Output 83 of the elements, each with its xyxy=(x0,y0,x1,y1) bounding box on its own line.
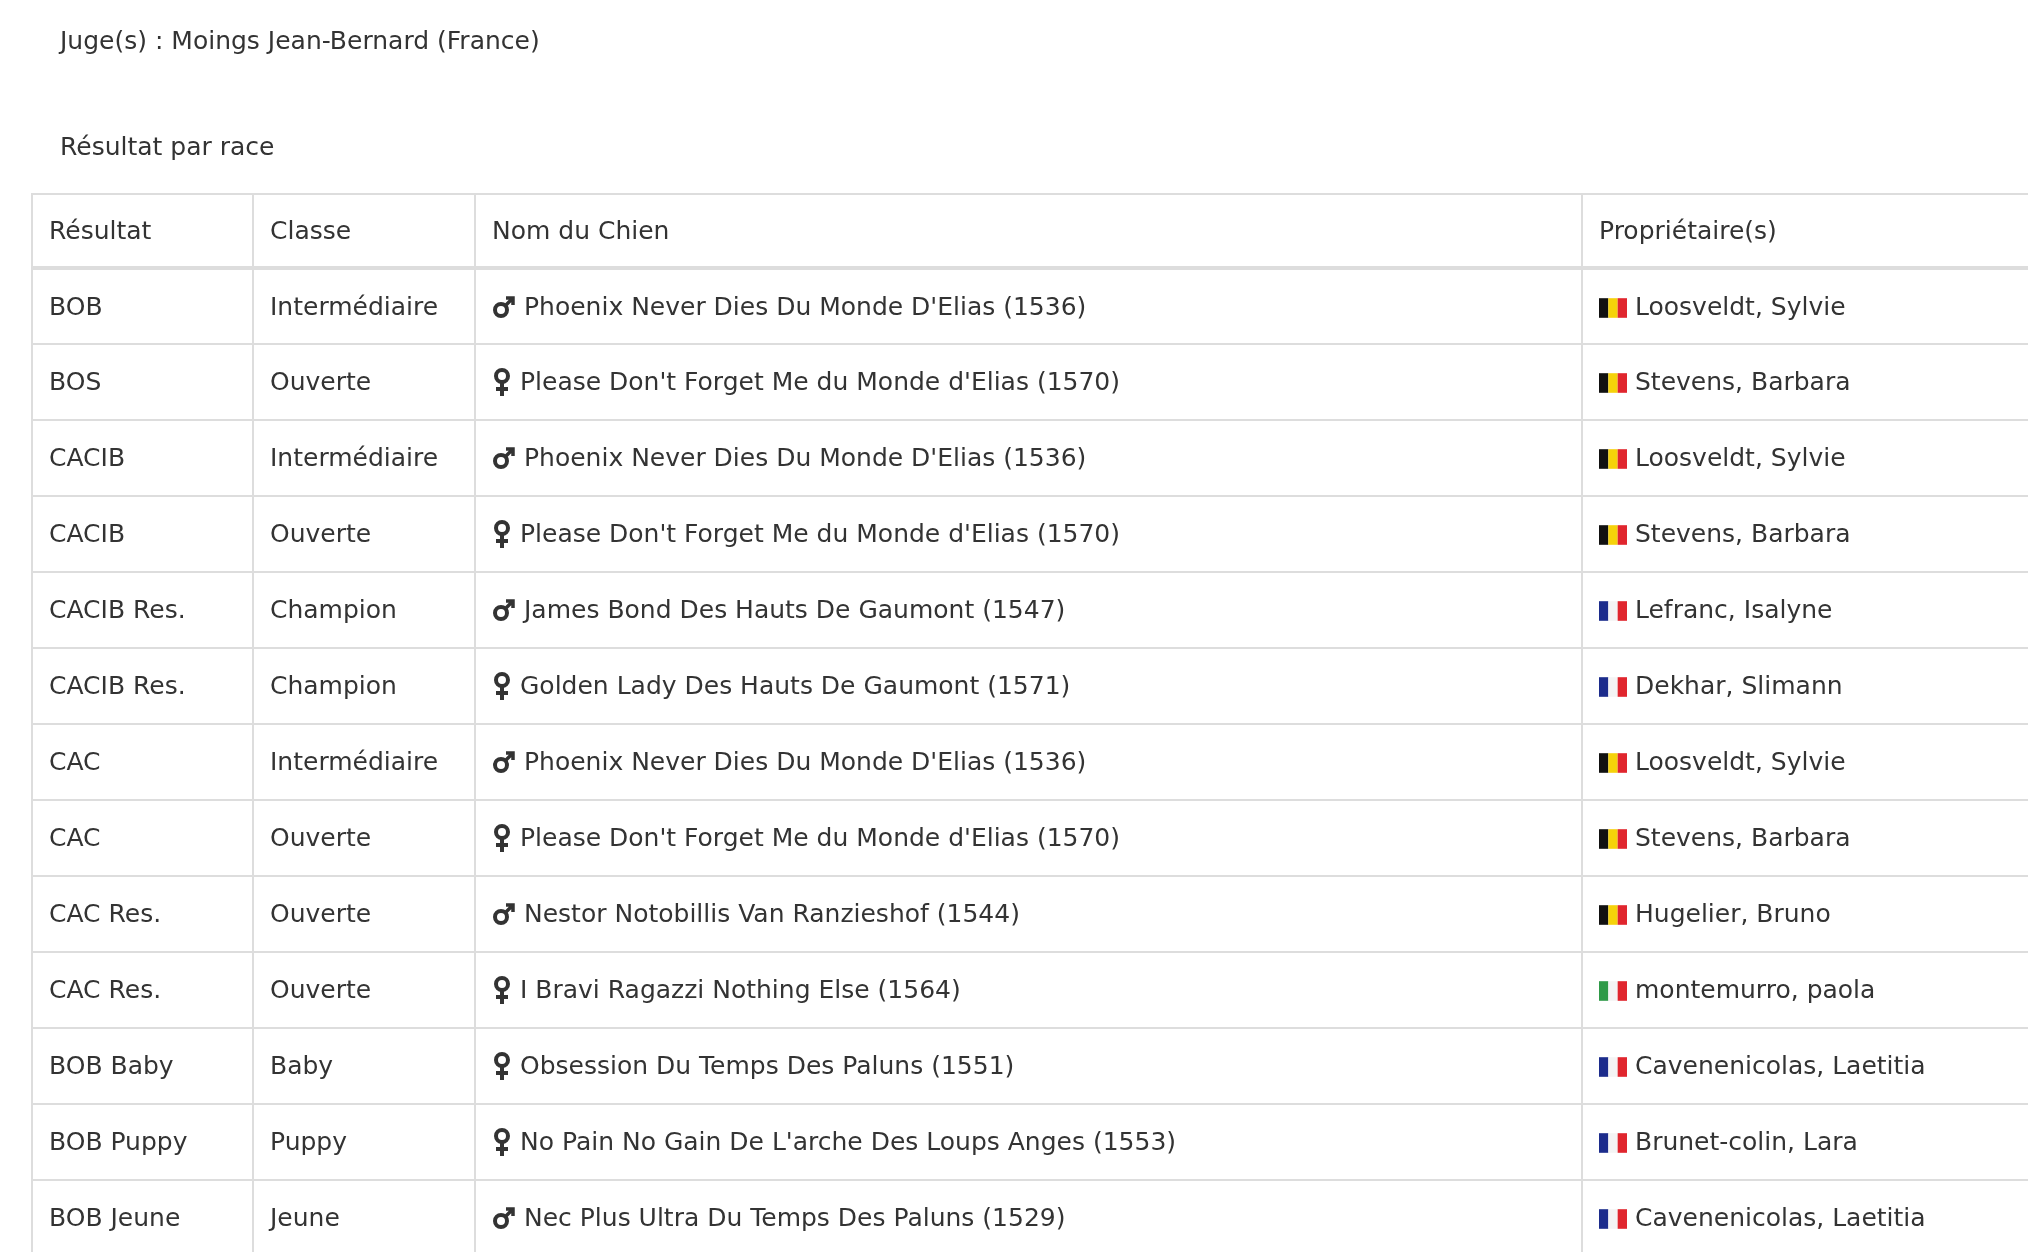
dog-name: Please Don't Forget Me du Monde d'Elias (1570) xyxy=(520,366,1121,399)
flag-icon xyxy=(1599,1133,1627,1153)
female-symbol-icon xyxy=(492,671,512,701)
dog-name: Phoenix Never Dies Du Monde D'Elias (1536) xyxy=(524,746,1087,779)
owner-name: Dekhar, Slimann xyxy=(1635,670,1843,703)
judge-text: Juge(s) : Moings Jean-Bernard (France) xyxy=(60,25,540,57)
table-cell: Intermédiaire xyxy=(253,268,475,344)
table-cell: BOB Baby xyxy=(32,1028,253,1104)
flag-icon xyxy=(1599,1057,1627,1077)
owner-name: Hugelier, Bruno xyxy=(1635,898,1831,931)
table-cell: Champion xyxy=(253,572,475,648)
table-cell: Ouverte xyxy=(253,800,475,876)
table-cell: Ouverte xyxy=(253,952,475,1028)
table-cell: Intermédiaire xyxy=(253,724,475,800)
section-title: Résultat par race xyxy=(60,130,275,163)
owner-name: Brunet-colin, Lara xyxy=(1635,1126,1858,1159)
male-symbol-icon xyxy=(492,901,516,927)
owner-name: Loosveldt, Sylvie xyxy=(1635,290,1846,323)
female-symbol-icon xyxy=(492,1051,512,1081)
female-symbol-icon xyxy=(492,519,512,549)
table-cell: BOB Jeune xyxy=(32,1180,253,1252)
female-symbol-icon xyxy=(492,823,512,853)
owner-name: Lefranc, Isalyne xyxy=(1635,594,1833,627)
owner-name: Cavenenicolas, Laetitia xyxy=(1635,1050,1926,1083)
owner-name: Stevens, Barbara xyxy=(1635,518,1851,551)
dog-name: Nec Plus Ultra Du Temps Des Paluns (1529) xyxy=(524,1202,1066,1235)
dog-name: I Bravi Ragazzi Nothing Else (1564) xyxy=(520,974,961,1007)
owner-name: Cavenenicolas, Laetitia xyxy=(1635,1202,1926,1235)
male-symbol-icon xyxy=(492,1205,516,1231)
flag-icon xyxy=(1599,905,1627,925)
column-header: Nom du Chien xyxy=(475,194,1582,268)
flag-icon xyxy=(1599,753,1627,773)
table-cell: Ouverte xyxy=(253,876,475,952)
flag-icon xyxy=(1599,981,1627,1001)
flag-icon xyxy=(1599,373,1627,393)
table-cell: BOB Puppy xyxy=(32,1104,253,1180)
owner-name: montemurro, paola xyxy=(1635,974,1876,1007)
dog-name: No Pain No Gain De L'arche Des Loups Anges (1553) xyxy=(520,1126,1177,1159)
dog-name: Golden Lady Des Hauts De Gaumont (1571) xyxy=(520,670,1071,703)
owner-name: Loosveldt, Sylvie xyxy=(1635,746,1846,779)
table-cell: CAC xyxy=(32,724,253,800)
dog-name: Phoenix Never Dies Du Monde D'Elias (1536) xyxy=(524,290,1087,323)
table-cell: CACIB Res. xyxy=(32,572,253,648)
table-cell: Baby xyxy=(253,1028,475,1104)
table-cell: Ouverte xyxy=(253,344,475,420)
male-symbol-icon xyxy=(492,293,516,320)
male-symbol-icon xyxy=(492,597,516,623)
male-symbol-icon xyxy=(492,445,516,471)
dog-name: Please Don't Forget Me du Monde d'Elias (1570) xyxy=(520,822,1121,855)
dog-name: Phoenix Never Dies Du Monde D'Elias (1536) xyxy=(524,442,1087,475)
female-symbol-icon xyxy=(492,975,512,1005)
table-cell: BOS xyxy=(32,344,253,420)
table-cell: Champion xyxy=(253,648,475,724)
column-header: Propriétaire(s) xyxy=(1582,194,2028,268)
flag-icon xyxy=(1599,677,1627,697)
table-cell: CACIB xyxy=(32,420,253,496)
dog-name: Nestor Notobillis Van Ranzieshof (1544) xyxy=(524,898,1020,931)
column-header: Classe xyxy=(253,194,475,268)
table-cell: CAC xyxy=(32,800,253,876)
owner-name: Stevens, Barbara xyxy=(1635,366,1851,399)
table-cell: BOB xyxy=(32,268,253,344)
female-symbol-icon xyxy=(492,1127,512,1157)
table-cell: Puppy xyxy=(253,1104,475,1180)
table-cell: Ouverte xyxy=(253,496,475,572)
flag-icon xyxy=(1599,449,1627,469)
owner-name: Loosveldt, Sylvie xyxy=(1635,442,1846,475)
column-header: Résultat xyxy=(32,194,253,268)
dog-name: Obsession Du Temps Des Paluns (1551) xyxy=(520,1050,1015,1083)
table-cell: CAC Res. xyxy=(32,952,253,1028)
flag-icon xyxy=(1599,601,1627,621)
dog-name: Please Don't Forget Me du Monde d'Elias (1570) xyxy=(520,518,1121,551)
owner-name: Stevens, Barbara xyxy=(1635,822,1851,855)
table-cell: Intermédiaire xyxy=(253,420,475,496)
flag-icon xyxy=(1599,297,1627,318)
flag-icon xyxy=(1599,829,1627,849)
flag-icon xyxy=(1599,1209,1627,1229)
dog-name: James Bond Des Hauts De Gaumont (1547) xyxy=(524,594,1066,627)
table-cell: CAC Res. xyxy=(32,876,253,952)
female-symbol-icon xyxy=(492,367,512,397)
table-cell: CACIB xyxy=(32,496,253,572)
table-cell: CACIB Res. xyxy=(32,648,253,724)
male-symbol-icon xyxy=(492,749,516,775)
flag-icon xyxy=(1599,525,1627,545)
